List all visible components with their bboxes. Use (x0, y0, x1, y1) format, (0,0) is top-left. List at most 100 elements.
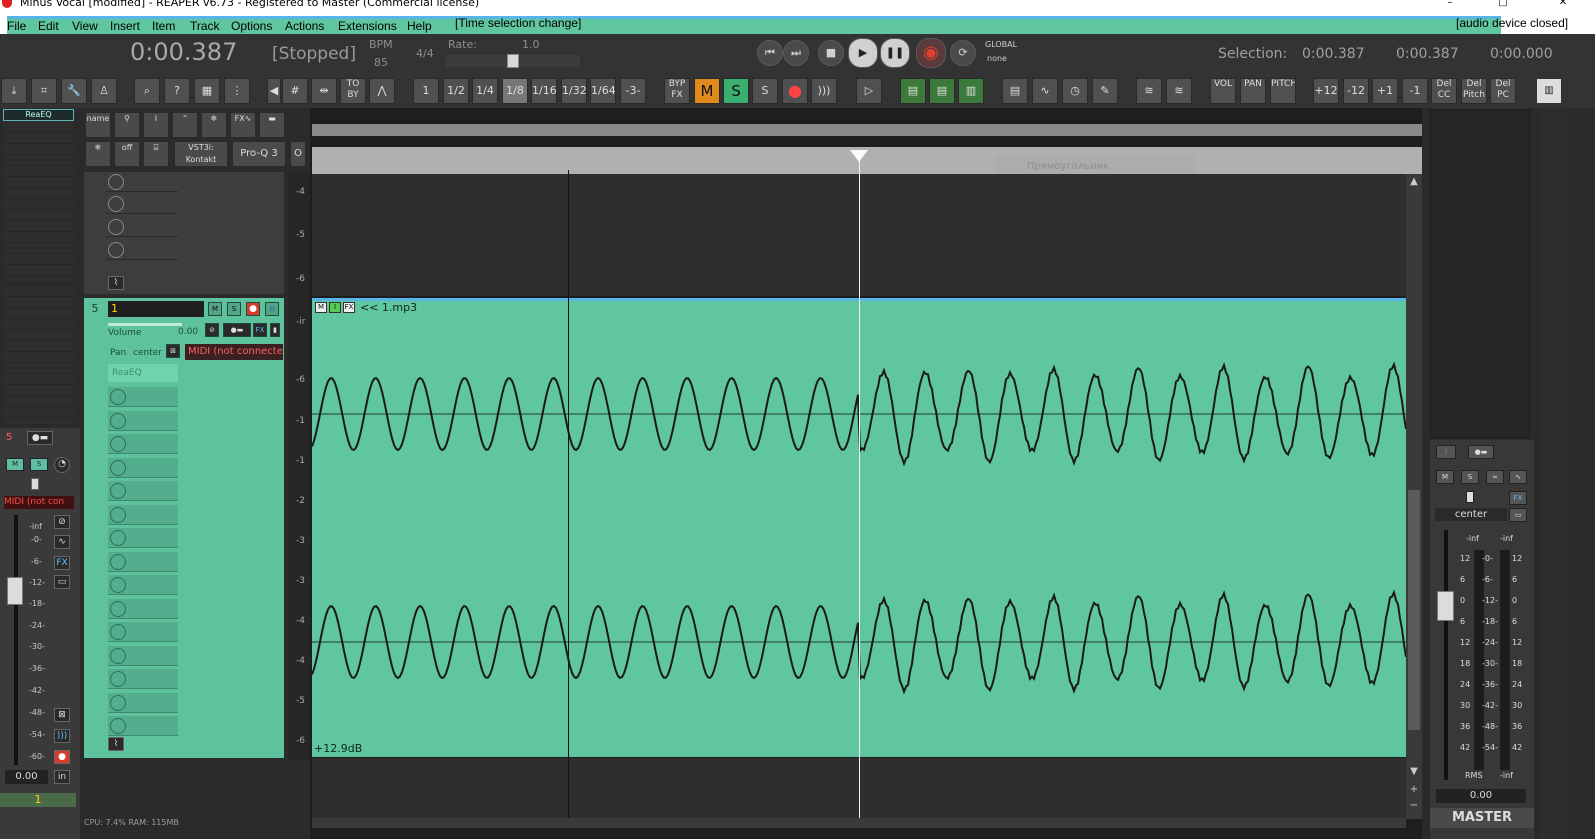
pause-button[interactable]: ❚❚ (880, 38, 910, 68)
tcp-prev-envelope-button[interactable]: ⌇ (108, 276, 124, 290)
track-name-field[interactable]: 1 (108, 301, 204, 317)
envelope-2-button[interactable]: ∿ (1032, 78, 1058, 104)
scroll-up-button[interactable]: ▲ (1406, 174, 1422, 190)
track-layout-2-button[interactable]: ▤ (929, 78, 955, 104)
piano-roll-button[interactable]: ▥ (1536, 78, 1562, 104)
pitch-plus-12-button[interactable]: +12 (1313, 78, 1339, 104)
play-button[interactable]: ▶ (848, 38, 878, 68)
fx-slot[interactable] (106, 240, 178, 260)
envelope-3-button[interactable]: ◷ (1062, 78, 1088, 104)
tcp-proq-button[interactable]: Pro-Q 3 (232, 141, 286, 167)
selection-start[interactable]: 0:00.387 (1302, 46, 1365, 62)
master-mute-button[interactable]: M (1436, 470, 1454, 484)
track-volume-slider[interactable] (108, 323, 182, 326)
track-io-toggle[interactable]: ●▬ (223, 323, 251, 337)
scroll-down-button[interactable]: ▼ (1406, 764, 1422, 780)
master-mixer-settings-button[interactable]: ⫶ (1436, 445, 1456, 459)
master-mono-button[interactable]: ∞ (1486, 470, 1504, 484)
tcp-layout-button[interactable]: ▬ (259, 112, 285, 138)
grid-1-8-button[interactable]: 1/8 (502, 78, 528, 104)
mixer-phase-button[interactable]: ⊘ (54, 515, 70, 529)
pitch-plus-1-button[interactable]: +1 (1372, 78, 1398, 104)
fx-slot[interactable] (106, 217, 178, 237)
edit-cursor-marker[interactable] (850, 150, 868, 162)
tcp-routing-matrix-button[interactable]: ⌸ (143, 141, 169, 167)
routing-button[interactable]: ⋮ (224, 78, 250, 104)
track-fx-slot-reaeq[interactable]: ReaEQ (108, 364, 178, 382)
tcp-name-button[interactable]: name (85, 112, 111, 138)
tcp-unfreeze-button[interactable]: ❄ (85, 141, 111, 167)
del-pitch-button[interactable]: Del Pitch (1461, 78, 1487, 104)
track-input-button[interactable]: ▮ (270, 323, 280, 337)
midi-editor-1-button[interactable]: ≋ (1136, 78, 1162, 104)
track-fx-button[interactable]: FX (253, 323, 267, 337)
master-toggle-button[interactable]: ●▬ (1468, 445, 1494, 459)
grid-left-button[interactable]: ◀ (267, 78, 281, 104)
track-phase-button[interactable]: ⊘ (205, 323, 219, 337)
track-fx-slot[interactable] (108, 551, 178, 572)
timeline-ruler-regions[interactable] (312, 124, 1422, 136)
del-cc-button[interactable]: Del CC (1431, 78, 1457, 104)
track-fx-slot[interactable] (108, 504, 178, 525)
time-signature[interactable]: 4/4 (416, 47, 434, 60)
mixer-fx-button[interactable]: FX (54, 556, 70, 570)
envelope-1-button[interactable]: ▤ (1002, 78, 1028, 104)
selection-end[interactable]: 0:00.387 (1396, 46, 1459, 62)
track-record-arm-button[interactable]: ● (246, 302, 260, 316)
grid-1-32-button[interactable]: 1/32 (561, 78, 587, 104)
tcp-off-button[interactable]: off (114, 141, 140, 167)
help-button[interactable]: ? (164, 78, 190, 104)
horizontal-scrollbar[interactable] (312, 818, 1406, 828)
repeat-button[interactable]: ⟳ (950, 40, 976, 66)
monitor-button[interactable]: ))) (811, 78, 837, 104)
fx-slot[interactable] (106, 172, 178, 192)
track-fx-slot[interactable] (108, 575, 178, 595)
mixer-pan-slider[interactable] (31, 478, 39, 490)
tcp-o-button[interactable]: O (290, 141, 306, 167)
master-volume-value[interactable]: 0.00 (1436, 789, 1526, 803)
fx-slot[interactable] (106, 194, 178, 214)
zoom-out-button[interactable]: − (1406, 798, 1422, 814)
grid-1-2-button[interactable]: 1/2 (443, 78, 469, 104)
mixer-track-name[interactable]: 1 (0, 793, 76, 807)
triplet-button[interactable]: -3- (620, 78, 646, 104)
playback-button[interactable]: ▷ (856, 78, 882, 104)
mixer-io-button[interactable]: ⊠ (54, 708, 70, 722)
pan-envelope-button[interactable]: PAN (1240, 78, 1266, 104)
mixer-mute-button[interactable]: M (6, 458, 24, 471)
automation-global-label[interactable]: GLOBAL (985, 40, 1017, 49)
grid-1-4-button[interactable]: 1/4 (472, 78, 498, 104)
stop-button[interactable]: ■ (818, 40, 844, 66)
master-envelope-button[interactable]: ∿ (1509, 470, 1527, 484)
edit-cursor[interactable] (859, 160, 860, 820)
track-fx-slot[interactable] (108, 598, 178, 619)
project-settings-button[interactable]: ⌗ (31, 78, 57, 104)
to-by-button[interactable]: TO BY (340, 78, 366, 104)
close-icon[interactable]: ✕ (1553, 0, 1573, 8)
automation-global-mode[interactable]: none (987, 54, 1007, 63)
track-fx-slot[interactable] (108, 481, 178, 501)
track-mute-button[interactable]: M (208, 302, 222, 316)
mixer-fader-handle[interactable] (7, 577, 23, 605)
track-fx-slot[interactable] (108, 692, 178, 713)
maximize-icon[interactable]: □ (1493, 0, 1513, 8)
pitch-envelope-button[interactable]: PITCH (1270, 78, 1296, 104)
mixer-fx-slot[interactable]: ReaEQ (3, 109, 74, 121)
mixer-midi-input[interactable]: MIDI (not con (4, 496, 74, 509)
pitch-minus-12-button[interactable]: -12 (1343, 78, 1369, 104)
mixer-fx-list[interactable] (3, 122, 74, 282)
grid-toggle-button[interactable]: # (282, 78, 308, 104)
ripple-button[interactable]: ⋀ (369, 78, 395, 104)
midi-editor-2-button[interactable]: ≋ (1166, 78, 1192, 104)
master-solo-button[interactable]: S (1461, 470, 1479, 484)
vertical-scroll-thumb[interactable] (1408, 490, 1420, 730)
track-fx-slot[interactable] (108, 645, 178, 666)
grid-1-16-button[interactable]: 1/16 (531, 78, 557, 104)
bpm-value[interactable]: 85 (374, 56, 388, 69)
track-fx-slot[interactable] (108, 716, 178, 736)
track-input-select-button[interactable]: ⊠ (166, 344, 180, 358)
go-to-start-button[interactable]: ⏮ (757, 40, 783, 66)
master-fx-area[interactable] (1430, 110, 1530, 438)
master-pan-value[interactable]: center (1435, 508, 1507, 521)
track-pan-value[interactable]: center (133, 348, 162, 358)
